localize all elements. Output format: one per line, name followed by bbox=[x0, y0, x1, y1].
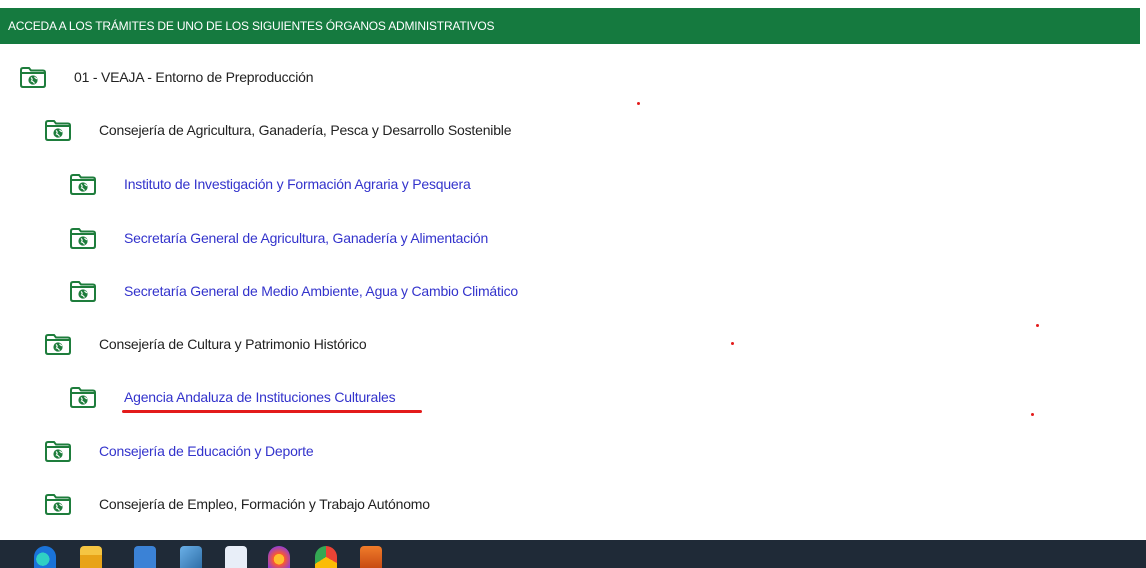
firefox-icon[interactable] bbox=[268, 546, 290, 568]
chrome-icon[interactable] bbox=[315, 546, 337, 568]
tree-item-label: Consejería de Agricultura, Ganadería, Pe… bbox=[99, 122, 512, 138]
tree-item-label: Consejería de Cultura y Patrimonio Histó… bbox=[99, 336, 367, 352]
annotation-dot bbox=[1036, 324, 1039, 327]
page: ACCEDA A LOS TRÁMITES DE UNO DE LOS SIGU… bbox=[0, 0, 1146, 568]
annotation-underline bbox=[122, 410, 422, 413]
annotation-dot bbox=[731, 342, 734, 345]
tree-item-sg-agricultura[interactable]: Secretaría General de Agricultura, Ganad… bbox=[70, 223, 488, 253]
tree-item-label: 01 - VEAJA - Entorno de Preproducción bbox=[74, 69, 314, 85]
tree-item-link[interactable]: Agencia Andaluza de Instituciones Cultur… bbox=[124, 389, 396, 405]
tree-item-agricultura[interactable]: Consejería de Agricultura, Ganadería, Pe… bbox=[45, 115, 511, 145]
file-explorer-icon[interactable] bbox=[80, 546, 102, 568]
tree-item-educacion[interactable]: Consejería de Educación y Deporte bbox=[45, 436, 314, 466]
annotation-dot bbox=[1031, 413, 1034, 416]
annotation-dot bbox=[637, 102, 640, 105]
image-viewer-icon[interactable] bbox=[180, 546, 202, 568]
folder-globe-icon bbox=[20, 66, 46, 88]
tree-item-agencia-cultura[interactable]: Agencia Andaluza de Instituciones Cultur… bbox=[70, 382, 396, 412]
tree-item-label: Consejería de Empleo, Formación y Trabaj… bbox=[99, 496, 430, 512]
folder-globe-icon bbox=[70, 173, 96, 195]
edge-icon[interactable] bbox=[34, 546, 56, 568]
tree-item-instituto-investigacion[interactable]: Instituto de Investigación y Formación A… bbox=[70, 169, 471, 199]
tree-item-veaja[interactable]: 01 - VEAJA - Entorno de Preproducción bbox=[20, 62, 313, 92]
store-icon[interactable] bbox=[134, 546, 156, 568]
folder-globe-icon bbox=[45, 333, 71, 355]
tree-item-empleo[interactable]: Consejería de Empleo, Formación y Trabaj… bbox=[45, 489, 430, 519]
folder-globe-icon bbox=[70, 280, 96, 302]
taskbar bbox=[0, 540, 1146, 568]
tree-item-link[interactable]: Secretaría General de Agricultura, Ganad… bbox=[124, 230, 488, 246]
tree-item-link[interactable]: Instituto de Investigación y Formación A… bbox=[124, 176, 471, 192]
folder-globe-icon bbox=[45, 493, 71, 515]
tree-item-sg-medio-ambiente[interactable]: Secretaría General de Medio Ambiente, Ag… bbox=[70, 276, 518, 306]
tree-item-link[interactable]: Secretaría General de Medio Ambiente, Ag… bbox=[124, 283, 518, 299]
folder-globe-icon bbox=[70, 386, 96, 408]
folder-globe-icon bbox=[45, 440, 71, 462]
word-icon[interactable] bbox=[225, 546, 247, 568]
folder-globe-icon bbox=[70, 227, 96, 249]
section-header: ACCEDA A LOS TRÁMITES DE UNO DE LOS SIGU… bbox=[0, 8, 1140, 44]
folder-globe-icon bbox=[45, 119, 71, 141]
app-icon[interactable] bbox=[360, 546, 382, 568]
tree-item-link[interactable]: Consejería de Educación y Deporte bbox=[99, 443, 314, 459]
tree-item-cultura[interactable]: Consejería de Cultura y Patrimonio Histó… bbox=[45, 329, 367, 359]
